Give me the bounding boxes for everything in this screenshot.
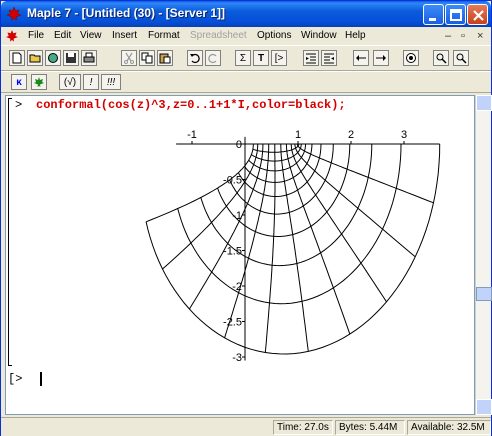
paste-button[interactable]: [157, 50, 173, 66]
eval-sqrt-button[interactable]: (√): [59, 74, 81, 90]
arrow-right-icon: [376, 55, 386, 61]
math-input-button[interactable]: Σ: [235, 50, 251, 66]
grid-line-2: [294, 144, 416, 258]
back-button[interactable]: [353, 50, 369, 66]
x-tick-label: 3: [401, 129, 407, 141]
magnifier-minus-icon: [456, 53, 467, 64]
y-tick-label: -0.5: [223, 175, 242, 187]
text-input-button[interactable]: T: [253, 50, 269, 66]
text-cursor: [40, 372, 42, 386]
zoom-out-button[interactable]: [453, 50, 469, 66]
close-icon: [473, 10, 484, 21]
open-url-button[interactable]: [45, 50, 61, 66]
green-leaf-icon: [34, 77, 44, 87]
copy-button[interactable]: [139, 50, 155, 66]
paste-icon: [159, 53, 171, 64]
status-bytes: Bytes: 5.44M: [335, 420, 405, 435]
new-file-button[interactable]: [9, 50, 25, 66]
scroll-down-arrow[interactable]: [476, 399, 492, 415]
undo-button[interactable]: [187, 50, 203, 66]
window-title: Maple 7 - [Untitled (30) - [Server 1]]: [27, 6, 226, 20]
grid-line-5: [280, 144, 309, 352]
empty-prompt[interactable]: [>: [8, 372, 22, 386]
new-file-icon: [12, 52, 22, 64]
y-tick-label: -3: [232, 352, 242, 364]
stop-icon: [406, 53, 416, 63]
close-button[interactable]: [467, 4, 488, 25]
worksheet[interactable]: > conformal(cos(z)^3,z=0..1+1*I,color=bl…: [5, 95, 475, 415]
indent-button[interactable]: [321, 50, 337, 66]
maple-leaf-button[interactable]: [31, 74, 47, 90]
document-icon[interactable]: [5, 29, 19, 43]
stop-button[interactable]: [403, 50, 419, 66]
y-tick-label: -1: [232, 210, 242, 222]
maximize-icon: [450, 9, 462, 21]
y-tick-label: 0: [236, 139, 242, 151]
menu-spreadsheet[interactable]: Spreadsheet: [190, 30, 247, 41]
open-file-button[interactable]: [27, 50, 43, 66]
printer-icon: [83, 52, 95, 63]
grid-line-18: [217, 143, 351, 237]
title-bar[interactable]: Maple 7 - [Untitled (30) - [Server 1]]: [1, 1, 491, 27]
status-bar: Time: 27.0s Bytes: 5.44M Available: 32.5…: [1, 417, 491, 436]
x-tick-label: 1: [295, 129, 301, 141]
insert-prompt-button[interactable]: [>: [271, 50, 287, 66]
redo-button[interactable]: [205, 50, 221, 66]
menu-edit[interactable]: Edit: [54, 30, 71, 41]
x-tick-label: -1: [187, 129, 197, 141]
outdent-button[interactable]: [303, 50, 319, 66]
grid-line-4: [285, 144, 351, 335]
status-time: Time: 27.0s: [273, 420, 333, 435]
maple-leaf-icon: [6, 6, 22, 21]
copy-icon: [141, 52, 153, 64]
scroll-up-arrow[interactable]: [476, 95, 492, 111]
outdent-icon: [306, 53, 316, 64]
y-tick-label: -2: [232, 281, 242, 293]
vertical-scrollbar[interactable]: [475, 95, 492, 415]
menu-insert[interactable]: Insert: [112, 30, 137, 41]
kappa-button[interactable]: κ: [11, 74, 27, 90]
execute-all-button[interactable]: !!!: [101, 74, 121, 90]
scissors-icon: [124, 52, 134, 64]
globe-icon: [48, 53, 58, 63]
redo-icon: [208, 53, 217, 64]
print-button[interactable]: [81, 50, 97, 66]
indent-icon: [324, 53, 334, 64]
forward-button[interactable]: [373, 50, 389, 66]
grid-line-3: [290, 144, 387, 303]
minimize-button[interactable]: [423, 4, 444, 25]
grid-line-7: [224, 144, 270, 338]
arrow-left-icon: [356, 55, 366, 61]
status-available: Available: 32.5M: [407, 420, 491, 435]
y-tick-label: -1.5: [223, 246, 242, 258]
conformal-plot: -1 1 2 3 0 -0.5 -1 -1.5 -2 -2.5 -3: [145, 129, 441, 364]
zoom-in-button[interactable]: [433, 50, 449, 66]
menu-help[interactable]: Help: [345, 30, 366, 41]
menu-window[interactable]: Window: [301, 30, 337, 41]
mdi-minimize-icon[interactable]: –: [445, 30, 451, 42]
y-tick-label: -2.5: [223, 317, 242, 329]
minimize-icon: [429, 18, 436, 21]
menu-bar: File Edit View Insert Format Spreadsheet…: [1, 27, 491, 45]
save-button[interactable]: [63, 50, 79, 66]
menu-options[interactable]: Options: [257, 30, 291, 41]
open-folder-icon: [29, 54, 41, 63]
magnifier-icon: [436, 53, 447, 64]
menu-view[interactable]: View: [80, 30, 102, 41]
scroll-thumb[interactable]: [476, 287, 492, 301]
maple-window: Maple 7 - [Untitled (30) - [Server 1]] F…: [0, 0, 492, 436]
mdi-close-icon[interactable]: ×: [477, 30, 483, 42]
context-toolbar: κ (√) ! !!!: [1, 71, 491, 93]
undo-icon: [190, 53, 200, 64]
main-toolbar: Σ T [>: [1, 45, 491, 71]
menu-format[interactable]: Format: [148, 30, 180, 41]
x-tick-label: 2: [348, 129, 354, 141]
mdi-restore-icon[interactable]: ▫: [461, 30, 465, 42]
disk-icon: [66, 53, 76, 63]
maximize-button[interactable]: [445, 4, 466, 25]
menu-file[interactable]: File: [28, 30, 44, 41]
execute-button[interactable]: !: [83, 74, 99, 90]
cut-button[interactable]: [121, 50, 137, 66]
